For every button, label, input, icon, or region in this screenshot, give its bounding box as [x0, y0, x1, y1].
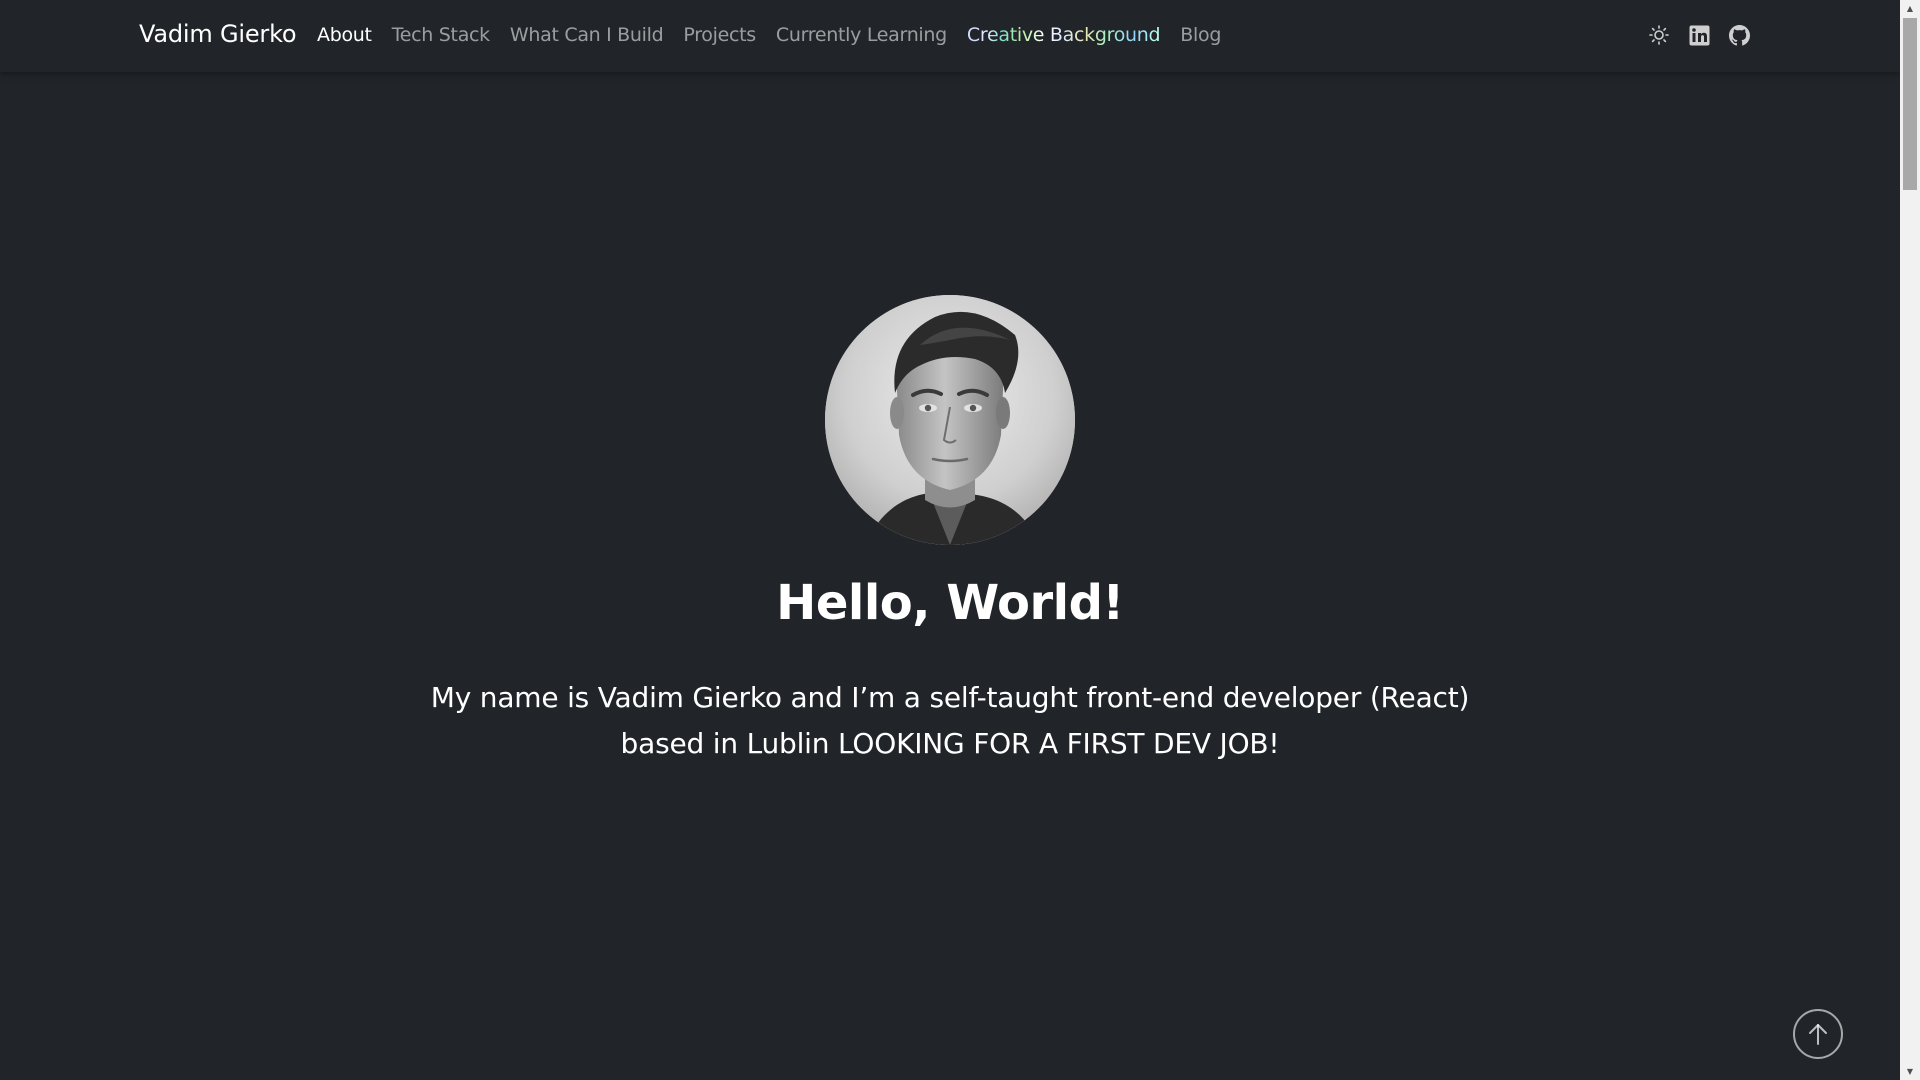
scroll-down-arrow-icon[interactable]: ▼ [1900, 1063, 1920, 1080]
nav-links: About Tech Stack What Can I Build Projec… [317, 24, 1241, 46]
vertical-scrollbar[interactable]: ▲ ▼ [1900, 0, 1920, 1080]
profile-photo [825, 295, 1075, 545]
nav-link-projects[interactable]: Projects [683, 24, 756, 46]
nav-link-about[interactable]: About [317, 24, 372, 46]
brand-link[interactable]: Vadim Gierko [139, 20, 297, 48]
nav-link-creative-background[interactable]: Creative Background [967, 24, 1161, 46]
nav-icons [1648, 24, 1750, 46]
github-icon[interactable] [1728, 24, 1750, 46]
nav-link-currently-learning[interactable]: Currently Learning [776, 24, 947, 46]
arrow-up-icon [1809, 1024, 1827, 1045]
nav-link-blog[interactable]: Blog [1180, 24, 1221, 46]
nav-link-tech-stack[interactable]: Tech Stack [392, 24, 491, 46]
page-title: Hello, World! [776, 575, 1124, 631]
scroll-to-top-button[interactable] [1793, 1009, 1843, 1059]
scrollbar-thumb[interactable] [1903, 18, 1917, 190]
navbar: Vadim Gierko About Tech Stack What Can I… [0, 0, 1900, 72]
intro-line-2: based in Lublin LOOKING FOR A FIRST DEV … [620, 727, 1280, 760]
sun-icon[interactable] [1648, 24, 1670, 46]
page: Vadim Gierko About Tech Stack What Can I… [0, 0, 1920, 1080]
intro-line-1: My name is Vadim Gierko and I’m a self-t… [430, 681, 1470, 714]
nav-link-what-can-i-build[interactable]: What Can I Build [510, 24, 664, 46]
linkedin-icon[interactable] [1688, 24, 1710, 46]
scroll-up-arrow-icon[interactable]: ▲ [1900, 0, 1920, 17]
intro-text: My name is Vadim Gierko and I’m a self-t… [430, 675, 1470, 767]
